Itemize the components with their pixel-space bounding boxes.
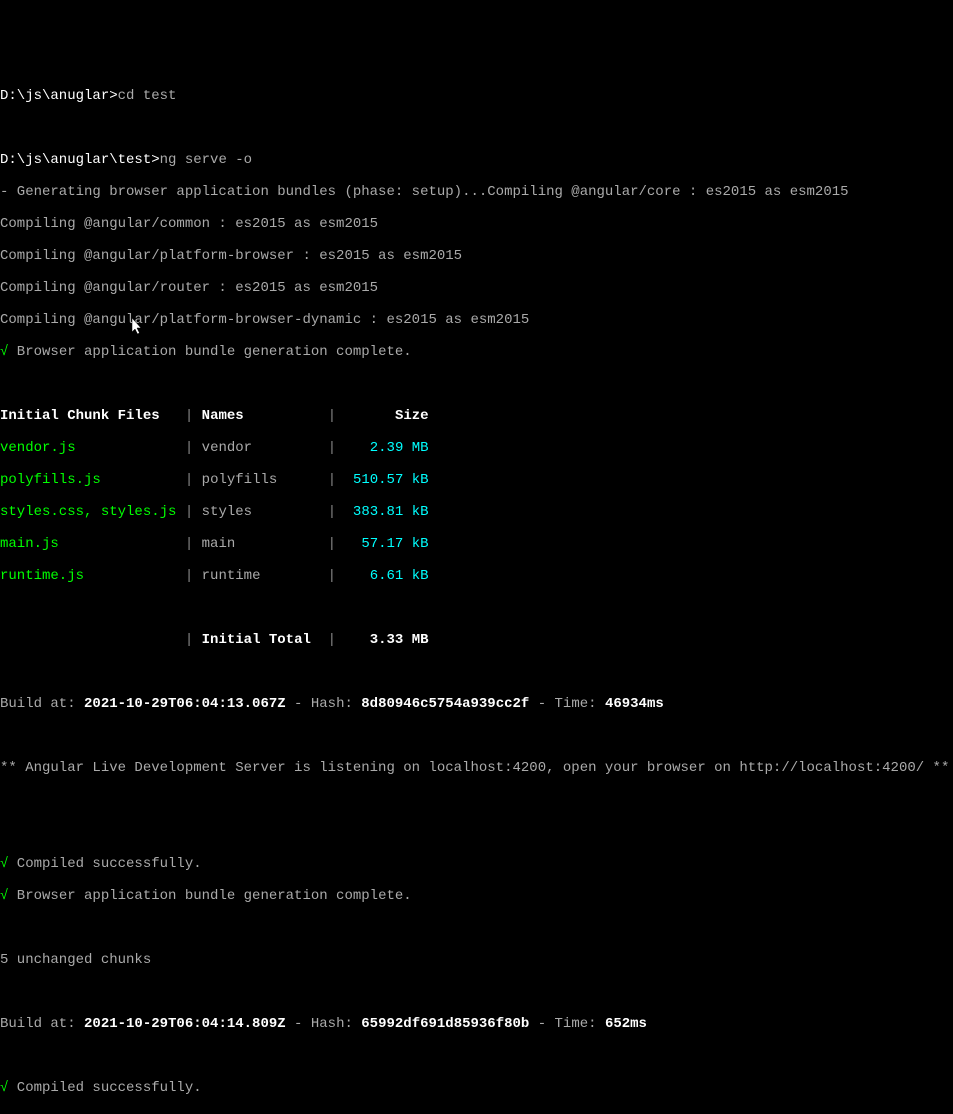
pipe-separator: | xyxy=(176,536,201,552)
chunk-name: polyfills xyxy=(202,472,320,488)
build-hash: 65992df691d85936f80b xyxy=(361,1016,529,1032)
chunk-size: 6.61 kB xyxy=(345,568,429,584)
build-time: 652ms xyxy=(605,1016,647,1032)
hash-label: - Hash: xyxy=(286,696,362,712)
compile-output-line: Compiling @angular/common : es2015 as es… xyxy=(0,216,953,232)
chunk-row: styles.css, styles.js | styles | 383.81 … xyxy=(0,504,953,520)
pipe-separator: | xyxy=(176,632,201,648)
pipe-separator: | xyxy=(319,536,344,552)
pipe-separator: | xyxy=(176,408,201,424)
dev-server-msg: ** Angular Live Development Server is li… xyxy=(0,760,953,776)
build-at-label: Build at: xyxy=(0,1016,84,1032)
compile-output-line: Compiling @angular/router : es2015 as es… xyxy=(0,280,953,296)
total-row: | Initial Total | 3.33 MB xyxy=(0,632,953,648)
build-info-line: Build at: 2021-10-29T06:04:14.809Z - Has… xyxy=(0,1016,953,1032)
command-text: cd test xyxy=(118,88,177,104)
check-mark-icon: √ xyxy=(0,888,8,904)
chunk-row: main.js | main | 57.17 kB xyxy=(0,536,953,552)
prompt-path: D:\js\anuglar\test> xyxy=(0,152,160,168)
prompt-path: D:\js\anuglar> xyxy=(0,88,118,104)
table-header-names: Names xyxy=(202,408,320,424)
terminal-output[interactable]: D:\js\anuglar>cd test D:\js\anuglar\test… xyxy=(0,72,953,1114)
bundle-complete-msg: Browser application bundle generation co… xyxy=(8,888,411,904)
pipe-separator: | xyxy=(319,472,344,488)
chunk-row: polyfills.js | polyfills | 510.57 kB xyxy=(0,472,953,488)
check-mark-icon: √ xyxy=(0,1080,8,1096)
build-info-line: Build at: 2021-10-29T06:04:13.067Z - Has… xyxy=(0,696,953,712)
build-time: 46934ms xyxy=(605,696,664,712)
chunk-file: main.js xyxy=(0,536,176,552)
unchanged-chunks-msg: 5 unchanged chunks xyxy=(0,952,953,968)
table-header-size: Size xyxy=(345,408,429,424)
command-text: ng serve -o xyxy=(160,152,252,168)
chunk-name: styles xyxy=(202,504,320,520)
compile-output-line: Compiling @angular/platform-browser : es… xyxy=(0,248,953,264)
chunk-size: 57.17 kB xyxy=(345,536,429,552)
chunk-name: runtime xyxy=(202,568,320,584)
pipe-separator: | xyxy=(176,472,201,488)
build-at-label: Build at: xyxy=(0,696,84,712)
build-timestamp: 2021-10-29T06:04:14.809Z xyxy=(84,1016,286,1032)
pipe-separator: | xyxy=(176,568,201,584)
build-hash: 8d80946c5754a939cc2f xyxy=(361,696,529,712)
build-timestamp: 2021-10-29T06:04:13.067Z xyxy=(84,696,286,712)
chunk-size: 510.57 kB xyxy=(345,472,429,488)
pipe-separator: | xyxy=(176,440,201,456)
initial-total-size: 3.33 MB xyxy=(345,632,429,648)
pipe-separator: | xyxy=(319,504,344,520)
chunk-file: vendor.js xyxy=(0,440,176,456)
chunk-file: runtime.js xyxy=(0,568,176,584)
chunk-name: vendor xyxy=(202,440,320,456)
bundle-complete-msg: Browser application bundle generation co… xyxy=(8,344,411,360)
chunk-name: main xyxy=(202,536,320,552)
pipe-separator: | xyxy=(319,408,344,424)
pipe-separator: | xyxy=(176,504,201,520)
pipe-separator: | xyxy=(319,440,344,456)
compiled-success-msg: Compiled successfully. xyxy=(8,1080,201,1096)
chunk-row: vendor.js | vendor | 2.39 MB xyxy=(0,440,953,456)
hash-label: - Hash: xyxy=(286,1016,362,1032)
chunk-size: 2.39 MB xyxy=(345,440,429,456)
initial-total-label: Initial Total xyxy=(202,632,320,648)
chunk-size: 383.81 kB xyxy=(345,504,429,520)
pipe-separator: | xyxy=(319,568,344,584)
compile-output-line: - Generating browser application bundles… xyxy=(0,184,953,200)
chunk-row: runtime.js | runtime | 6.61 kB xyxy=(0,568,953,584)
time-label: - Time: xyxy=(529,696,605,712)
pipe-separator: | xyxy=(319,632,344,648)
chunk-file: polyfills.js xyxy=(0,472,176,488)
table-header-files: Initial Chunk Files xyxy=(0,408,176,424)
time-label: - Time: xyxy=(529,1016,605,1032)
compiled-success-msg: Compiled successfully. xyxy=(8,856,201,872)
check-mark-icon: √ xyxy=(0,856,8,872)
compile-output-line: Compiling @angular/platform-browser-dyna… xyxy=(0,312,953,328)
chunk-file: styles.css, styles.js xyxy=(0,504,176,520)
